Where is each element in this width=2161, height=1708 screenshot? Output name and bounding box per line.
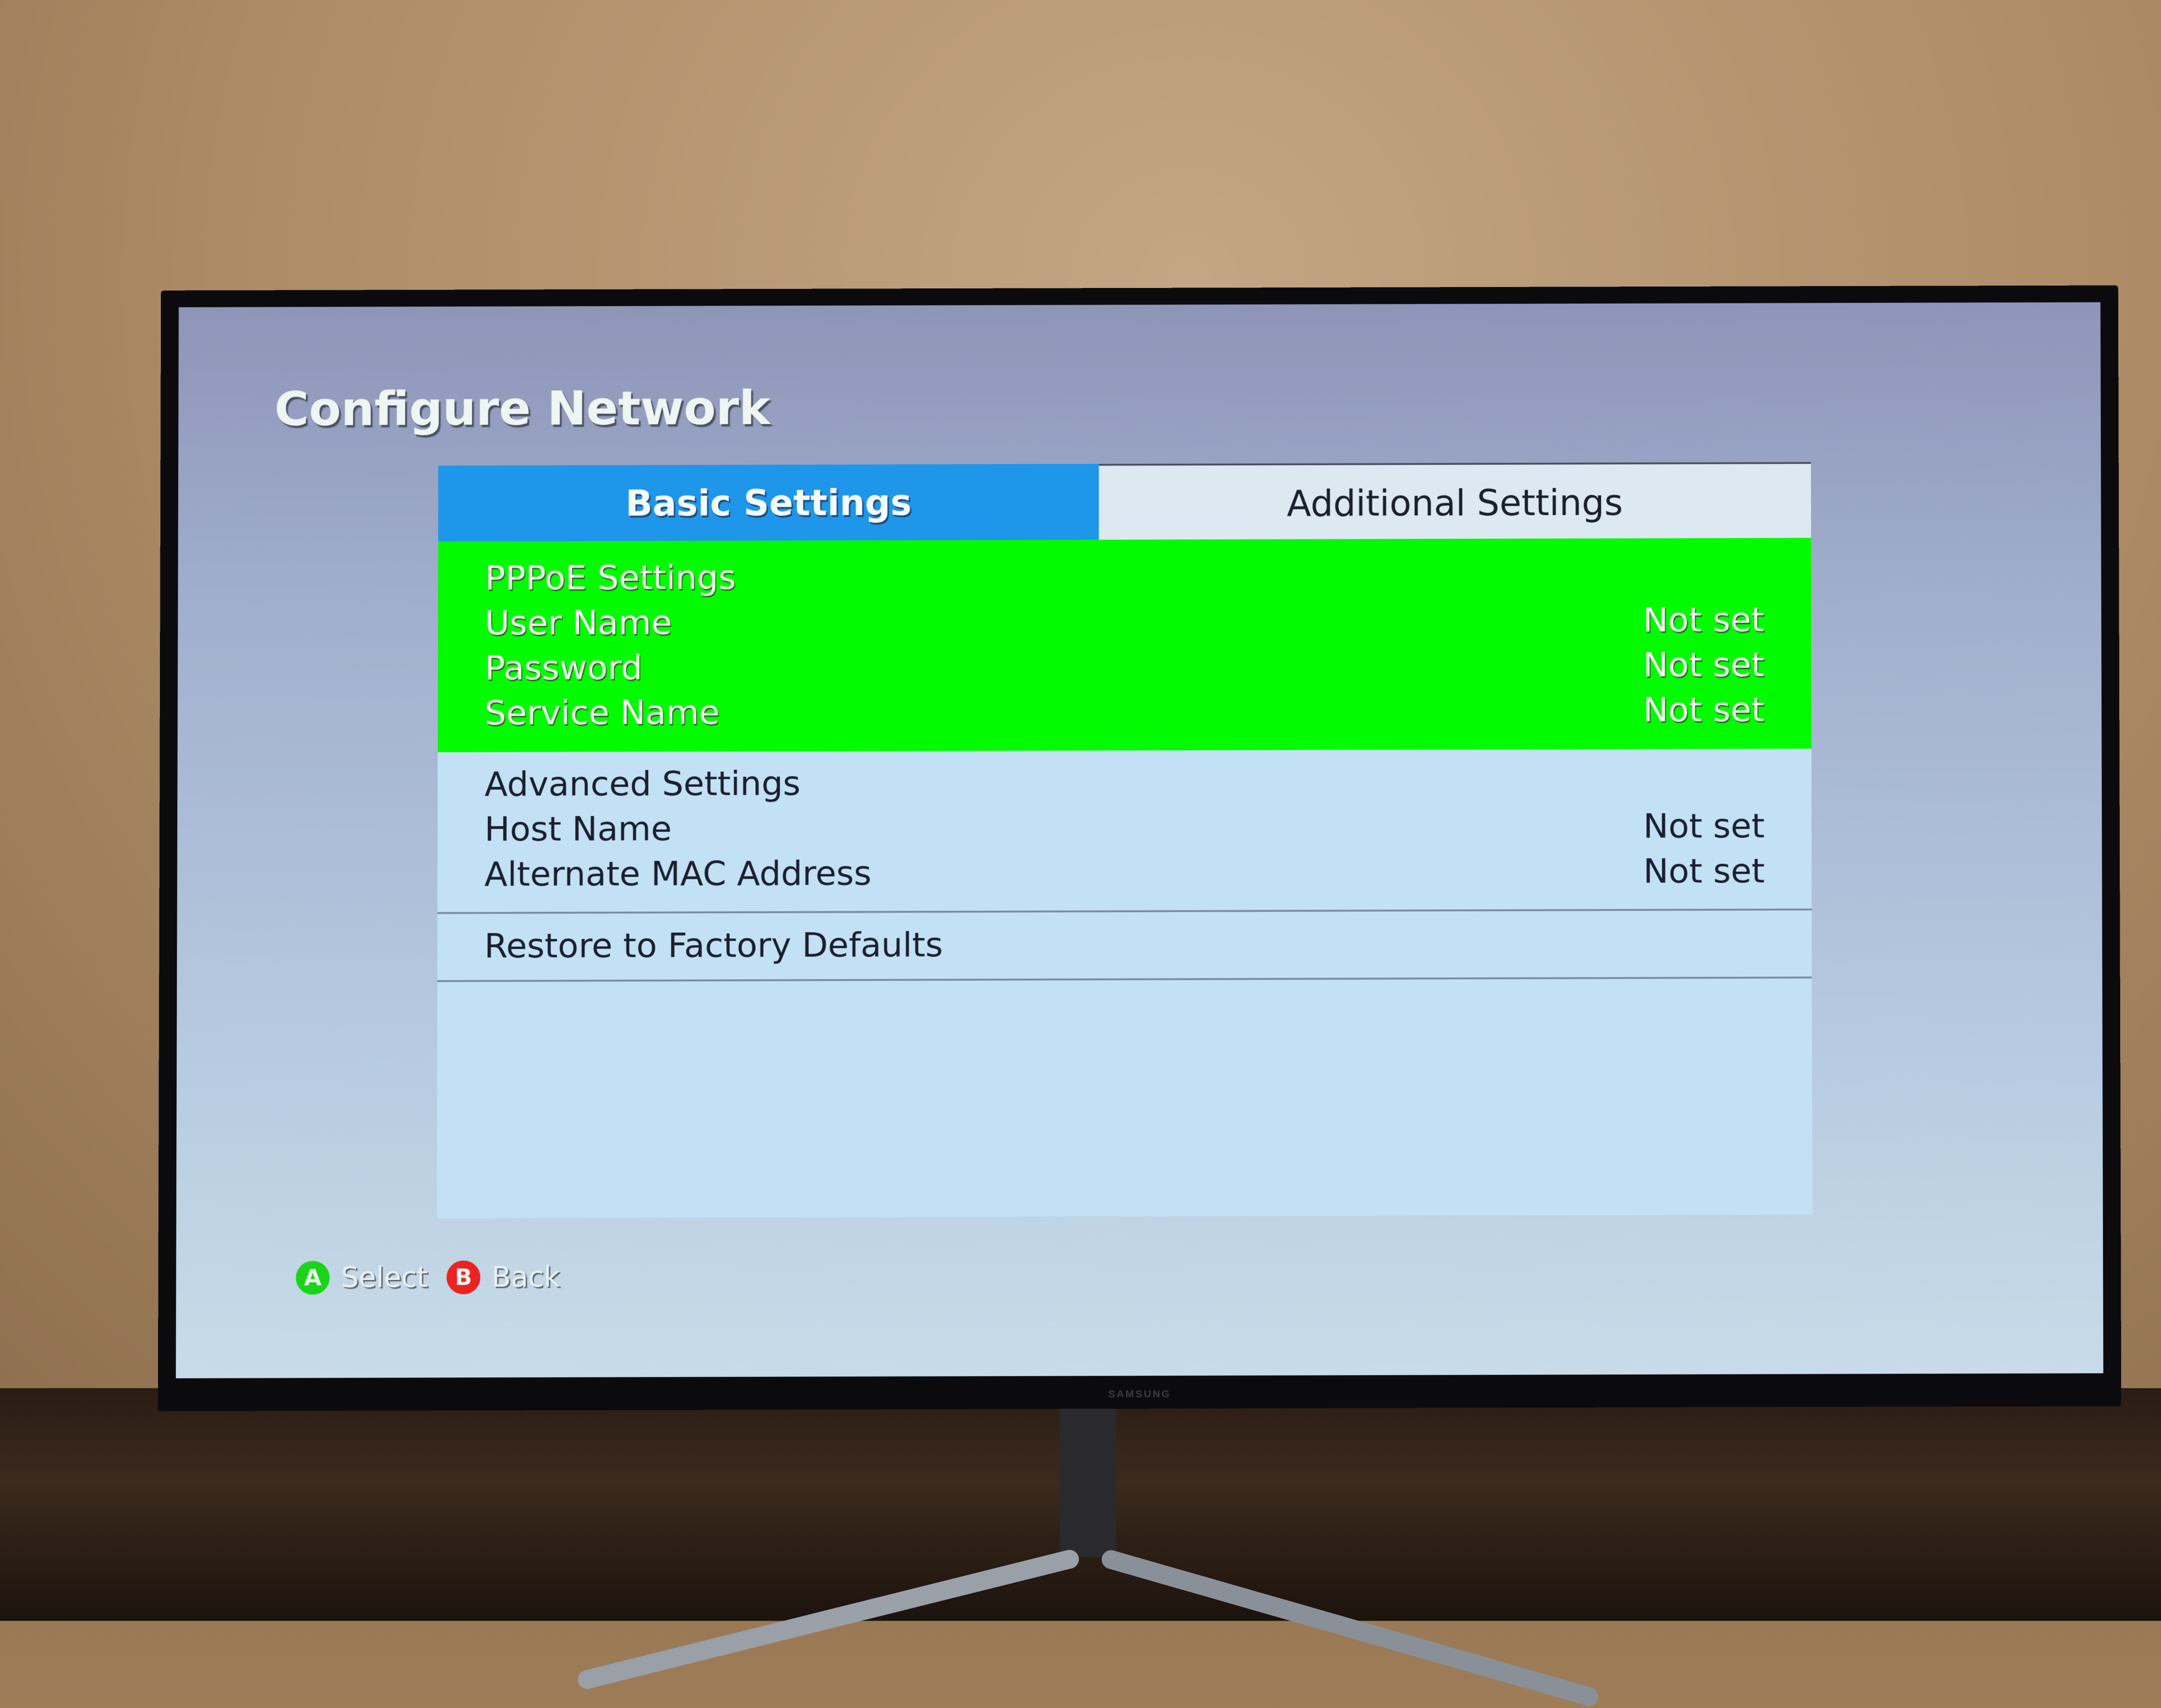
- group-heading: Advanced Settings: [484, 763, 801, 804]
- setting-value: Not set: [1643, 806, 1765, 846]
- tv-screen: Configure Network Basic Settings Additio…: [175, 302, 2104, 1378]
- hint-select[interactable]: A Select: [295, 1261, 428, 1295]
- b-button-icon: B: [446, 1260, 481, 1294]
- menu-item-pppoe-settings[interactable]: PPPoE Settings User Name Not set Passwor…: [438, 537, 1812, 752]
- group-heading: Restore to Factory Defaults: [484, 925, 943, 966]
- menu-item-restore-factory-defaults[interactable]: Restore to Factory Defaults: [437, 910, 1812, 982]
- setting-value: Not set: [1643, 599, 1765, 640]
- setting-label: User Name: [484, 602, 672, 642]
- setting-row-service-name: Service Name Not set: [484, 687, 1764, 735]
- tv-stand-neck: [1060, 1407, 1116, 1557]
- tv-stand: [563, 1407, 1641, 1708]
- a-button-icon: A: [295, 1261, 330, 1295]
- settings-list: PPPoE Settings User Name Not set Passwor…: [437, 537, 1813, 1218]
- tv-frame: Configure Network Basic Settings Additio…: [158, 285, 2122, 1412]
- tab-basic-settings[interactable]: Basic Settings: [438, 464, 1099, 542]
- setting-row-host-name: Host Name Not set: [484, 803, 1765, 852]
- group-heading-row: Restore to Factory Defaults: [484, 920, 1765, 968]
- setting-row-user-name: User Name Not set: [485, 597, 1764, 645]
- setting-label: Password: [484, 648, 642, 688]
- group-heading-row: PPPoE Settings: [485, 552, 1764, 600]
- page-title: Configure Network: [274, 380, 771, 437]
- button-hints: A Select B Back: [295, 1260, 560, 1295]
- setting-row-password: Password Not set: [485, 642, 1765, 690]
- tv-stand-leg-left: [575, 1548, 1081, 1691]
- settings-panel: Basic Settings Additional Settings PPPoE…: [437, 462, 1813, 1218]
- setting-value: Not set: [1643, 689, 1765, 730]
- setting-row-alternate-mac: Alternate MAC Address Not set: [484, 848, 1765, 897]
- hint-select-label: Select: [340, 1261, 428, 1294]
- group-heading-row: Advanced Settings: [484, 758, 1765, 807]
- hint-back-label: Back: [491, 1261, 560, 1294]
- setting-label: Host Name: [484, 809, 672, 849]
- setting-value: Not set: [1643, 644, 1765, 685]
- tv-brand-logo: SAMSUNG: [1108, 1388, 1171, 1400]
- group-heading: PPPoE Settings: [484, 557, 736, 598]
- hint-back[interactable]: B Back: [446, 1260, 560, 1294]
- setting-label: Alternate MAC Address: [484, 853, 872, 894]
- tv-stand-leg-right: [1099, 1548, 1601, 1708]
- setting-label: Service Name: [484, 692, 720, 733]
- setting-value: Not set: [1643, 851, 1765, 891]
- tab-additional-settings[interactable]: Additional Settings: [1099, 462, 1811, 542]
- tab-bar: Basic Settings Additional Settings: [438, 462, 1811, 542]
- menu-item-advanced-settings[interactable]: Advanced Settings Host Name Not set Alte…: [437, 748, 1812, 914]
